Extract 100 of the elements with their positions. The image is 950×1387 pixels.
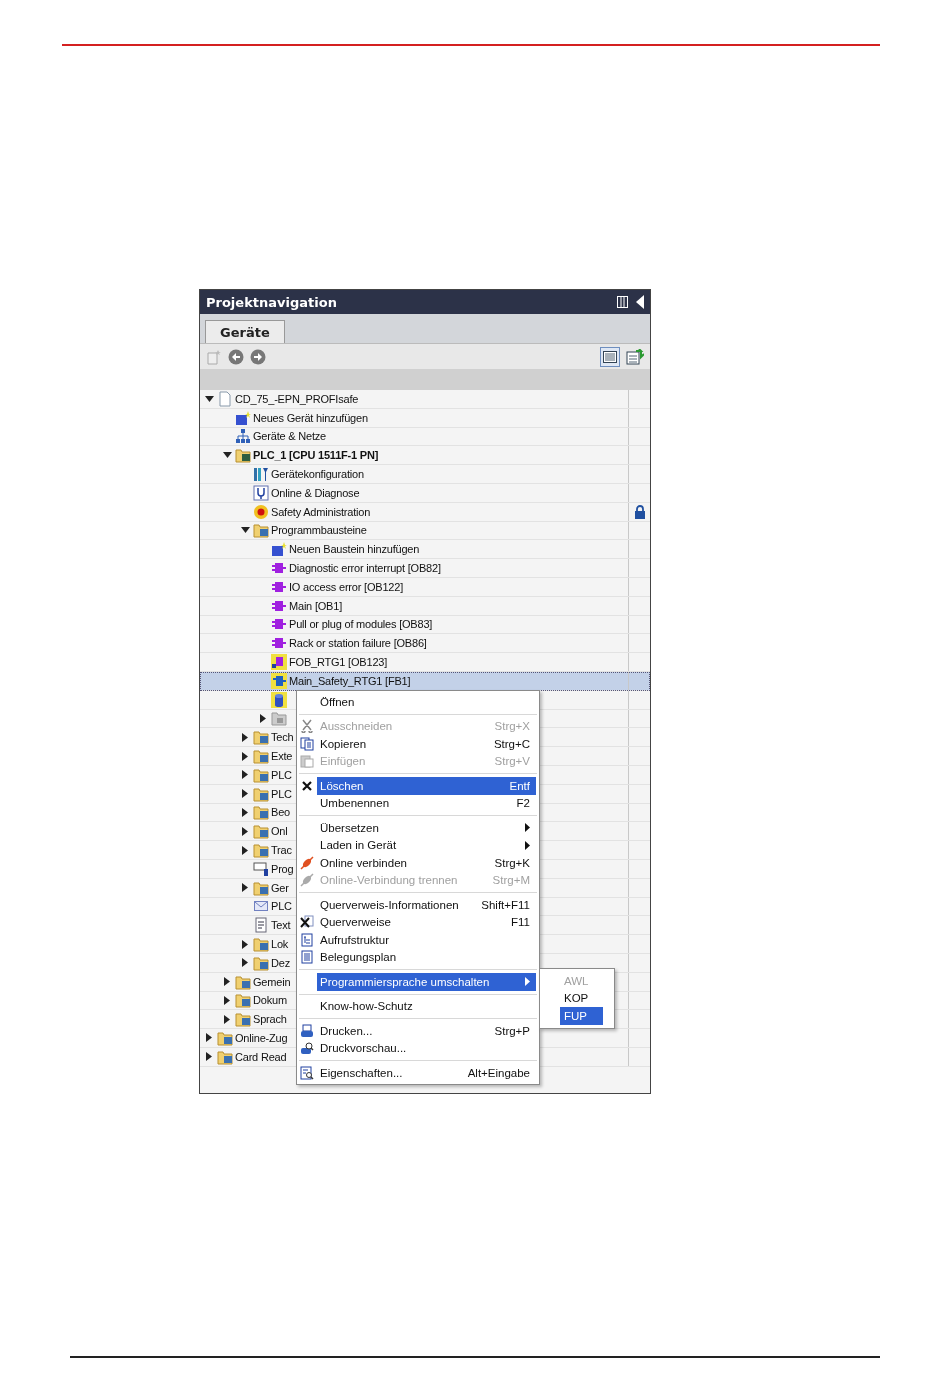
- folder-icon: [253, 522, 269, 539]
- folder-icon: [253, 766, 269, 783]
- scissors-icon: [300, 719, 314, 734]
- tree-row[interactable]: IO access error [OB122]: [200, 577, 650, 597]
- menu-item[interactable]: Umbenennen F2: [317, 794, 536, 812]
- tree-item-label: Gerätekonfiguration: [271, 468, 364, 481]
- list-view-button[interactable]: [600, 346, 620, 367]
- menu-item[interactable]: Laden in Gerät: [317, 836, 536, 854]
- tree-item-label: Main_Safety_RTG1 [FB1]: [289, 674, 411, 687]
- tree-item-label: Geräte & Netze: [253, 430, 326, 443]
- tree-row[interactable]: Neuen Baustein hinzufügen: [200, 540, 650, 560]
- expand-arrow-icon: [260, 713, 266, 723]
- add-icon: [271, 541, 287, 558]
- tree-item-label: Gemein: [253, 975, 291, 988]
- tree-row[interactable]: PLC_1 [CPU 1511F-1 PN]: [200, 446, 650, 466]
- tree-row[interactable]: FOB_RTG1 [OB123]: [200, 653, 650, 672]
- tree-row[interactable]: Neues Gerät hinzufügen: [200, 408, 650, 428]
- tab[interactable]: Geräte: [205, 320, 285, 343]
- paste-icon: [300, 754, 314, 769]
- new-item-icon: [206, 348, 222, 365]
- block-group-icon: [271, 710, 287, 727]
- tree-item-label: IO access error [OB122]: [289, 580, 403, 593]
- tree-row[interactable]: Main [OB1]: [200, 596, 650, 616]
- back-icon: [228, 348, 244, 365]
- menu-item[interactable]: Eigenschaften... Alt+Eingabe: [317, 1064, 536, 1082]
- safety-icon: [253, 503, 269, 520]
- lock-icon: [634, 504, 645, 519]
- folder-icon: [253, 804, 269, 821]
- folder-icon: [235, 973, 251, 990]
- tree-row[interactable]: Online & Diagnose: [200, 484, 650, 503]
- menu-item[interactable]: Öffnen: [317, 693, 536, 711]
- tree-item-label: Neues Gerät hinzufügen: [253, 411, 368, 424]
- tree-item-label: Trac: [271, 844, 292, 856]
- folder-icon: [253, 823, 269, 840]
- copy-icon: [300, 736, 314, 751]
- stethoscope-icon: [253, 484, 269, 501]
- tree-item-label: PLC: [271, 900, 292, 913]
- folder-icon: [253, 748, 269, 765]
- delete-icon: [300, 778, 314, 793]
- tree-item-label: Exte: [271, 750, 293, 763]
- menu-item[interactable]: Querverweis-Informationen Shift+F11: [317, 896, 536, 914]
- folder-icon: [253, 954, 269, 971]
- tree-item-label: Main [OB1]: [289, 599, 343, 612]
- tree-row[interactable]: CD_75_-EPN_PROFIsafe: [200, 390, 650, 409]
- cross-reference-icon: [300, 915, 314, 930]
- menu-item[interactable]: Kopieren Strg+C: [317, 735, 536, 753]
- tree-item-label: Online & Diagnose: [271, 486, 360, 499]
- menu-item[interactable]: Aufrufstruktur: [317, 931, 536, 949]
- list-view-icon: [603, 350, 617, 363]
- menu-item[interactable]: Programmiersprache umschalten: [317, 973, 536, 991]
- tree-row[interactable]: Gerätekonfiguration: [200, 465, 650, 484]
- menu-item[interactable]: Übersetzen: [317, 819, 536, 837]
- submenu-item[interactable]: KOP: [560, 989, 603, 1007]
- tree-item-label: PLC: [271, 768, 292, 781]
- expand-arrow-icon: [242, 883, 248, 893]
- tree-item-label: PLC: [271, 787, 292, 800]
- block-icon: [271, 672, 287, 689]
- menu-item[interactable]: Druckvorschau...: [317, 1039, 536, 1057]
- tree-row[interactable]: Safety Administration: [200, 502, 650, 522]
- call-structure-icon: [300, 932, 314, 947]
- menu-item[interactable]: Drucken... Strg+P: [317, 1022, 536, 1040]
- tree-item-label: Online-Zug: [235, 1032, 288, 1044]
- tree-item-label: Onl: [271, 825, 288, 838]
- menu-item[interactable]: Löschen Entf: [317, 777, 536, 795]
- collapse-panel-icon: [636, 295, 644, 309]
- block-icon: [271, 654, 287, 671]
- folder-icon: [253, 729, 269, 746]
- database-icon: [271, 691, 287, 708]
- menu-item[interactable]: Belegungsplan: [317, 948, 536, 966]
- tree-row[interactable]: Rack or station failure [OB86]: [200, 634, 650, 654]
- tree-item-label: Lok: [271, 938, 289, 950]
- plc-folder-icon: [235, 447, 251, 464]
- menu-item[interactable]: Know-how-Schutz: [317, 997, 536, 1015]
- tree-item-label: Card Read: [235, 1050, 287, 1063]
- tree-row[interactable]: Diagnostic error interrupt [OB82]: [200, 559, 650, 578]
- collapse-arrow-icon: [240, 527, 250, 534]
- device-config-icon: [253, 466, 269, 483]
- folder-icon: [217, 1030, 233, 1046]
- submenu-item[interactable]: FUP: [560, 1007, 603, 1025]
- tree-item-label: Safety Administration: [271, 505, 371, 518]
- program-info-icon: [253, 860, 269, 877]
- tree-item-label: Beo: [271, 806, 290, 819]
- envelope-icon: [254, 901, 268, 912]
- tree-item-label: Dokum: [253, 994, 287, 1007]
- tree-item-label: Dez: [271, 956, 290, 969]
- submenu-arrow-icon: [525, 977, 530, 987]
- tree-item-label: PLC_1 [CPU 1511F-1 PN]: [253, 449, 379, 462]
- folder-icon: [217, 1048, 233, 1065]
- forward-icon: [250, 348, 266, 365]
- text-list-icon: [253, 917, 269, 934]
- tree-row[interactable]: Programmbausteine: [200, 521, 650, 541]
- collapse-arrow-icon: [204, 395, 214, 402]
- list-icon: [300, 950, 314, 965]
- tree-row[interactable]: Geräte & Netze: [200, 427, 650, 447]
- tree-item-label: Ger: [271, 881, 289, 894]
- tree-row[interactable]: Pull or plug of modules [OB83]: [200, 615, 650, 635]
- tree-item-label: Tech: [271, 731, 294, 744]
- tree-item-label: CD_75_-EPN_PROFIsafe: [235, 392, 359, 405]
- menu-item[interactable]: Online verbinden Strg+K: [317, 854, 536, 872]
- add-icon: [235, 409, 251, 426]
